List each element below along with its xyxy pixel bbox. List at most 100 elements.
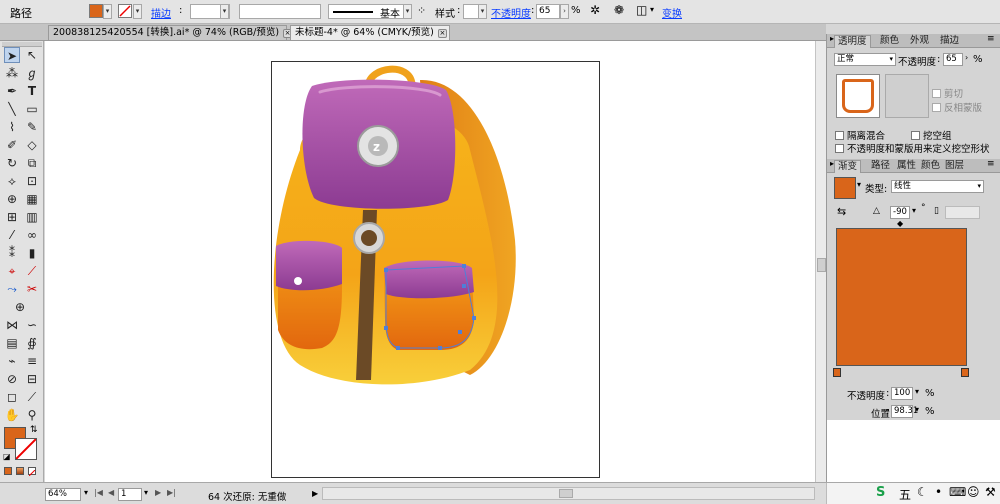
artboard-tool-icon[interactable]: ⌖ xyxy=(4,263,20,279)
ime-mode-label[interactable]: 五 xyxy=(899,486,911,503)
graphic-style-arrow[interactable]: ▾ xyxy=(478,4,487,19)
isolate-object-icon[interactable]: ◫ xyxy=(636,3,647,17)
tab-gradient[interactable]: 渐变 xyxy=(834,160,862,173)
tab-transparency[interactable]: 透明度 xyxy=(834,35,871,48)
aspect-ratio-input[interactable] xyxy=(945,206,980,219)
gradient-type-dropdown[interactable]: 线性 ▾ xyxy=(891,180,984,193)
opacity-link[interactable]: 不透明度 xyxy=(491,5,531,20)
artboard-number-field[interactable]: 1 xyxy=(118,488,142,501)
horizontal-scroll-thumb[interactable] xyxy=(559,489,573,498)
user-icon[interactable]: ☺ xyxy=(967,485,980,499)
none-mode-icon[interactable] xyxy=(28,467,36,477)
gradient-angle-input[interactable]: -90 xyxy=(890,206,910,219)
transform-link[interactable]: 变换 xyxy=(662,5,682,20)
zoom-field[interactable]: 64% xyxy=(45,488,81,501)
pencil-tool-icon[interactable]: ✎ xyxy=(24,119,40,135)
eyedropper-tool-icon[interactable]: ⁄ xyxy=(4,227,20,243)
gradient-swatch[interactable] xyxy=(834,177,856,199)
fill-swatch[interactable] xyxy=(89,4,103,18)
width-tool-icon[interactable]: ⟡ xyxy=(4,173,20,189)
gradient-ramp[interactable] xyxy=(836,228,967,366)
next-artboard-icon[interactable]: ▶ xyxy=(155,488,161,497)
crosshair-tool-icon[interactable]: ⊕ xyxy=(12,299,28,315)
keyboard-icon[interactable]: ⌨ xyxy=(949,485,966,499)
line-segment-tool-icon[interactable]: ╲ xyxy=(4,101,20,117)
lasso-tool-icon[interactable]: ℊ xyxy=(24,65,40,81)
rectangle-tool-icon[interactable]: ▭ xyxy=(24,101,40,117)
align-icon[interactable]: ⁘ xyxy=(417,4,426,17)
live-paint-selection-tool-icon[interactable]: ⊟ xyxy=(24,371,40,387)
document-setup-icon[interactable]: ✲ xyxy=(590,3,600,17)
tab-color-2[interactable]: 颜色 xyxy=(918,160,943,173)
opacity-mask-knockout-row[interactable]: 不透明度和蒙版用来定义挖空形状 xyxy=(835,141,990,155)
status-menu-arrow[interactable]: ▶ xyxy=(312,489,318,498)
tab-pathfinder[interactable]: 路径 xyxy=(868,160,893,173)
perspective-grid-tool-icon[interactable]: ▦ xyxy=(24,191,40,207)
mesh-tool-icon[interactable]: ⊞ xyxy=(4,209,20,225)
direct-selection-tool-icon[interactable]: ↖ xyxy=(24,47,40,63)
brush-definition-arrow[interactable]: ▾ xyxy=(403,4,412,19)
symbol-sprayer-tool-icon[interactable]: ⁑ xyxy=(4,245,20,261)
blob-brush-tool-icon[interactable]: ✐ xyxy=(4,137,20,153)
first-artboard-icon[interactable]: |◀ xyxy=(94,488,103,497)
punctuation-icon[interactable]: • xyxy=(935,485,942,499)
stop-location-input[interactable]: 98.31 xyxy=(891,405,918,418)
type-tool-icon[interactable]: T xyxy=(24,83,40,99)
gradient-stop-right[interactable] xyxy=(961,368,969,377)
eraser-tool-icon[interactable]: ◇ xyxy=(24,137,40,153)
backpack-artwork[interactable]: z xyxy=(262,58,530,388)
stroke-color-box[interactable] xyxy=(15,438,37,460)
blend-mode-dropdown[interactable]: 正常 ▾ xyxy=(834,53,896,66)
scale-tool-icon[interactable]: ⧉ xyxy=(24,155,40,171)
gradient-tool-icon[interactable]: ▥ xyxy=(24,209,40,225)
settings-wrench-icon[interactable]: ⚒ xyxy=(985,485,996,499)
stroke-link[interactable]: 描边 xyxy=(151,5,171,20)
tab-appearance[interactable]: 外观 xyxy=(907,35,932,48)
tab-color[interactable]: 颜色 xyxy=(877,35,902,48)
column-graph-tool-icon[interactable]: ▮ xyxy=(24,245,40,261)
tab-layers[interactable]: 图层 xyxy=(942,160,967,173)
hand-tool-icon[interactable]: ✋ xyxy=(4,407,20,423)
close-tab-icon[interactable]: × xyxy=(437,29,447,38)
tab-attributes[interactable]: 属性 xyxy=(894,160,919,173)
vertical-scroll-thumb[interactable] xyxy=(817,258,826,272)
rotate-tool-icon[interactable]: ↻ xyxy=(4,155,20,171)
last-artboard-icon[interactable]: ▶| xyxy=(167,488,176,497)
panel-opacity-input[interactable]: 65 xyxy=(943,53,963,66)
selection-tool-icon[interactable]: ➤ xyxy=(4,47,20,63)
scissors-tool-icon[interactable]: ✂ xyxy=(24,281,40,297)
panel-menu-icon[interactable]: ≡ xyxy=(987,34,995,44)
opacity-input[interactable]: 65 xyxy=(536,4,560,19)
invert-mask-checkbox-row[interactable]: 反相蒙版 xyxy=(932,100,982,114)
opacity-arrow[interactable]: › xyxy=(560,4,569,19)
brush-definition-dropdown[interactable]: 基本 xyxy=(328,4,412,20)
zoom-tool-icon[interactable]: ⚲ xyxy=(24,407,40,423)
bar-tool-icon[interactable]: ≡ xyxy=(24,353,40,369)
crop-tool-icon[interactable]: ◻ xyxy=(4,389,20,405)
vertical-scrollbar[interactable] xyxy=(815,41,826,482)
knife-tool-icon[interactable]: ⟋ xyxy=(24,389,40,405)
opacity-mask-slot[interactable] xyxy=(885,74,929,118)
magic-wand-tool-icon[interactable]: ⁂ xyxy=(4,65,20,81)
doc-tab-untitled-4[interactable]: 未标题-4* @ 64% (CMYK/预览) × xyxy=(290,25,450,40)
object-thumbnail[interactable] xyxy=(836,74,880,118)
grid-tool-icon[interactable]: ▤ xyxy=(4,335,20,351)
paintbrush-tool-icon[interactable]: ⌇ xyxy=(4,119,20,135)
ime-logo-icon[interactable]: S xyxy=(876,485,885,500)
envelope-tool-icon[interactable]: ⋈ xyxy=(4,317,20,333)
tab-stroke[interactable]: 描边 xyxy=(937,35,962,48)
slice-tool-icon[interactable]: ⟋ xyxy=(24,263,40,279)
free-transform-tool-icon[interactable]: ⊡ xyxy=(24,173,40,189)
live-paint-tool-icon[interactable]: ⊘ xyxy=(4,371,20,387)
graph-tool-icon[interactable]: ⌁ xyxy=(4,353,20,369)
horizontal-scrollbar[interactable] xyxy=(322,487,815,500)
width-profile-icon[interactable]: ⤳ xyxy=(4,281,20,297)
swap-colors-icon[interactable]: ⇅ xyxy=(30,425,38,435)
color-mode-icon[interactable] xyxy=(4,467,12,475)
isolate-blending-row[interactable]: 隔离混合 xyxy=(835,128,885,142)
default-colors-icon[interactable]: ◪ xyxy=(3,452,11,461)
doc-tab-backpack-ai[interactable]: 200838125420554 [转换].ai* @ 74% (RGB/预览) × xyxy=(48,25,293,40)
variable-width-dropdown[interactable] xyxy=(239,4,321,19)
prev-artboard-icon[interactable]: ◀ xyxy=(108,488,114,497)
twirl-tool-icon[interactable]: ∯ xyxy=(24,335,40,351)
